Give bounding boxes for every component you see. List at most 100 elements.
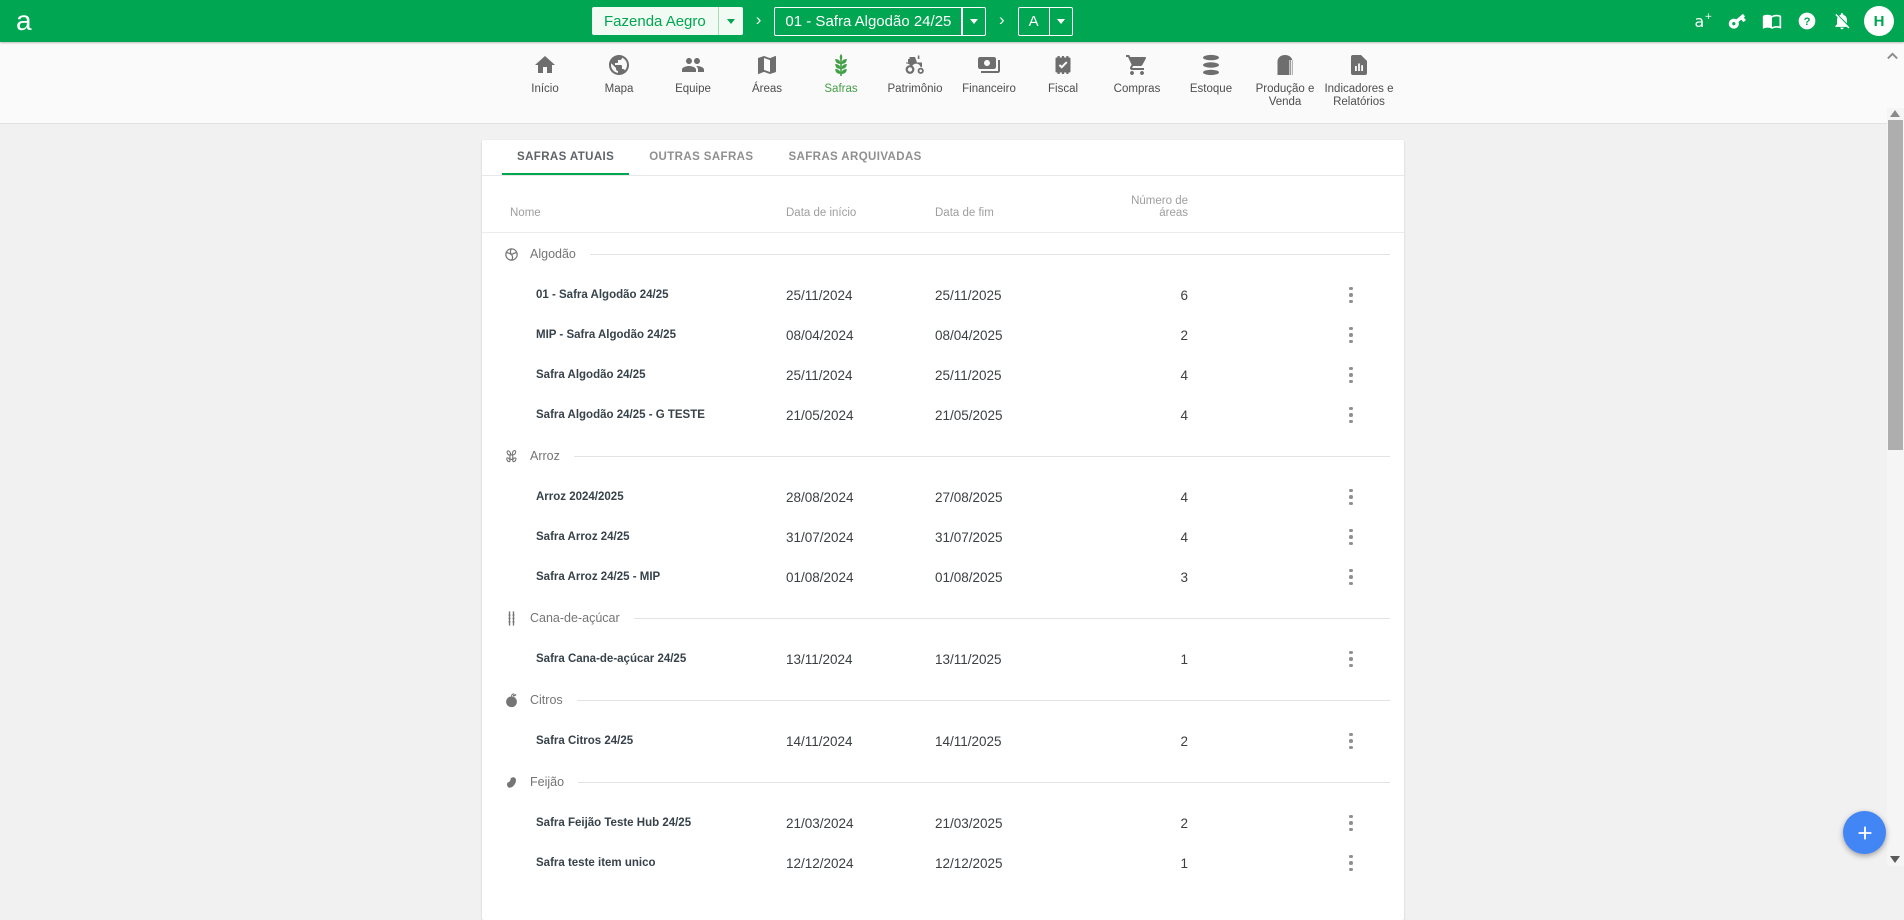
column-header-nome: Nome — [482, 207, 786, 219]
row-menu-button[interactable] — [1342, 850, 1360, 876]
help-icon[interactable]: ? — [1794, 8, 1820, 34]
harvest-selector[interactable]: 01 - Safra Algodão 24/25 — [774, 7, 986, 36]
stock-icon — [1199, 53, 1223, 77]
cotton-icon — [503, 246, 520, 263]
nav-item-equipe[interactable]: Equipe — [656, 53, 730, 108]
table-row[interactable]: Safra Citros 24/25 14/11/2024 14/11/2025… — [482, 721, 1404, 761]
tab-label: SAFRAS ARQUIVADAS — [788, 151, 921, 163]
farm-selector[interactable]: Fazenda Aegro — [592, 7, 743, 35]
row-start-date: 28/08/2024 — [786, 490, 935, 505]
avatar[interactable]: H — [1864, 6, 1894, 36]
notifications-off-icon[interactable] — [1829, 8, 1855, 34]
top-bar: a Fazenda Aegro › 01 - Safra Algodão 24/… — [0, 0, 1904, 42]
nav-item-in-cio[interactable]: Início — [508, 53, 582, 108]
crop-group-label: Citros — [530, 693, 563, 707]
aegro-logo-icon[interactable]: a — [16, 2, 32, 40]
svg-text:+: + — [1705, 11, 1713, 22]
area-selector[interactable]: A — [1018, 7, 1074, 36]
table-row[interactable]: Safra Cana-de-açúcar 24/25 13/11/2024 13… — [482, 639, 1404, 679]
nav-item-estoque[interactable]: Estoque — [1174, 53, 1248, 108]
row-menu-button[interactable] — [1342, 564, 1360, 590]
nav-item-financeiro[interactable]: Financeiro — [952, 53, 1026, 108]
manual-icon[interactable] — [1759, 8, 1785, 34]
nav-item-patrim-nio[interactable]: Patrimônio — [878, 53, 952, 108]
tab-bar: SAFRAS ATUAIS OUTRAS SAFRAS SAFRAS ARQUI… — [482, 140, 1404, 176]
tab-outras-safras[interactable]: OUTRAS SAFRAS — [634, 140, 768, 175]
row-name: Safra Algodão 24/25 - G TESTE — [482, 409, 786, 421]
table-row[interactable]: MIP - Safra Algodão 24/25 08/04/2024 08/… — [482, 315, 1404, 355]
row-menu-button[interactable] — [1342, 402, 1360, 428]
row-start-date: 21/03/2024 — [786, 816, 935, 831]
nav-item--reas[interactable]: Áreas — [730, 53, 804, 108]
add-farm-icon[interactable]: a+ — [1689, 8, 1715, 34]
money-icon — [977, 53, 1001, 77]
row-end-date: 27/08/2025 — [935, 490, 1110, 505]
nav-item-fiscal[interactable]: Fiscal — [1026, 53, 1100, 108]
table-row[interactable]: Safra Algodão 24/25 - G TESTE 21/05/2024… — [482, 395, 1404, 435]
row-menu-button[interactable] — [1342, 524, 1360, 550]
nav-item-label: Fiscal — [1048, 83, 1078, 96]
row-name: Arroz 2024/2025 — [482, 491, 786, 503]
row-areas-count: 3 — [1110, 570, 1188, 585]
table-row[interactable]: Safra Algodão 24/25 25/11/2024 25/11/202… — [482, 355, 1404, 395]
safras-card: SAFRAS ATUAIS OUTRAS SAFRAS SAFRAS ARQUI… — [482, 140, 1404, 920]
nav-item-safras[interactable]: Safras — [804, 53, 878, 108]
bean-icon — [503, 774, 520, 791]
table-row[interactable]: Safra teste item unico 12/12/2024 12/12/… — [482, 843, 1404, 883]
tab-safras-arquivadas[interactable]: SAFRAS ARQUIVADAS — [773, 140, 936, 175]
row-start-date: 14/11/2024 — [786, 734, 935, 749]
table-row[interactable]: 01 - Safra Algodão 24/25 25/11/2024 25/1… — [482, 275, 1404, 315]
group-divider — [578, 782, 1390, 783]
citrus-icon — [503, 692, 520, 709]
row-areas-count: 1 — [1110, 652, 1188, 667]
row-menu-button[interactable] — [1342, 484, 1360, 510]
nav-item-mapa[interactable]: Mapa — [582, 53, 656, 108]
row-start-date: 31/07/2024 — [786, 530, 935, 545]
row-name: Safra Algodão 24/25 — [482, 369, 786, 381]
table-row[interactable]: Safra Arroz 24/25 31/07/2024 31/07/2025 … — [482, 517, 1404, 557]
table-header: Nome Data de início Data de fim Número d… — [482, 176, 1404, 233]
tab-safras-atuais[interactable]: SAFRAS ATUAIS — [502, 140, 629, 175]
row-start-date: 13/11/2024 — [786, 652, 935, 667]
scrollbar-down-arrow-icon[interactable] — [1890, 856, 1900, 863]
row-end-date: 25/11/2025 — [935, 368, 1110, 383]
add-safra-fab[interactable] — [1843, 811, 1886, 854]
aegro-app: { "topbar": { "logo_letter": "a", "farm_… — [0, 0, 1904, 866]
table-body: Algodão 01 - Safra Algodão 24/25 25/11/2… — [482, 233, 1404, 883]
row-start-date: 12/12/2024 — [786, 856, 935, 871]
row-menu-button[interactable] — [1342, 646, 1360, 672]
chevron-down-icon[interactable] — [963, 8, 985, 35]
row-menu-button[interactable] — [1342, 282, 1360, 308]
row-areas-count: 2 — [1110, 816, 1188, 831]
row-name: Safra Cana-de-açúcar 24/25 — [482, 653, 786, 665]
context-selectors: Fazenda Aegro › 01 - Safra Algodão 24/25… — [592, 0, 1073, 42]
nav-item-indicadores-e-relat-rios[interactable]: Indicadores e Relatórios — [1322, 53, 1396, 108]
row-areas-count: 4 — [1110, 368, 1188, 383]
row-menu-button[interactable] — [1342, 728, 1360, 754]
nav-item-produ-o-e-venda[interactable]: Produção e Venda — [1248, 53, 1322, 108]
row-areas-count: 2 — [1110, 328, 1188, 343]
report-icon — [1347, 53, 1371, 77]
chevron-down-icon[interactable] — [719, 7, 743, 35]
table-row[interactable]: Arroz 2024/2025 28/08/2024 27/08/2025 4 — [482, 477, 1404, 517]
table-row[interactable]: Safra Arroz 24/25 - MIP 01/08/2024 01/08… — [482, 557, 1404, 597]
crop-group-header: Citros — [482, 679, 1404, 721]
row-menu-button[interactable] — [1342, 322, 1360, 348]
farm-selector-value: Fazenda Aegro — [592, 7, 718, 35]
nav-item-label: Início — [531, 83, 559, 96]
row-end-date: 14/11/2025 — [935, 734, 1110, 749]
nav-item-compras[interactable]: Compras — [1100, 53, 1174, 108]
row-name: Safra teste item unico — [482, 857, 786, 869]
group-divider — [574, 456, 1390, 457]
scrollbar-up-arrow-icon[interactable] — [1890, 110, 1900, 117]
row-menu-button[interactable] — [1342, 362, 1360, 388]
row-menu-button[interactable] — [1342, 810, 1360, 836]
scrollbar-thumb[interactable] — [1888, 120, 1903, 450]
chevron-up-icon[interactable] — [1886, 47, 1899, 57]
key-icon[interactable] — [1724, 8, 1750, 34]
table-row[interactable]: Safra Feijão Teste Hub 24/25 21/03/2024 … — [482, 803, 1404, 843]
chevron-down-icon[interactable] — [1050, 8, 1072, 35]
nav-item-label: Produção e Venda — [1248, 83, 1322, 108]
nav-item-label: Mapa — [605, 83, 634, 96]
main-nav: Início Mapa Equipe Áreas Safras Patrimôn… — [0, 42, 1904, 124]
